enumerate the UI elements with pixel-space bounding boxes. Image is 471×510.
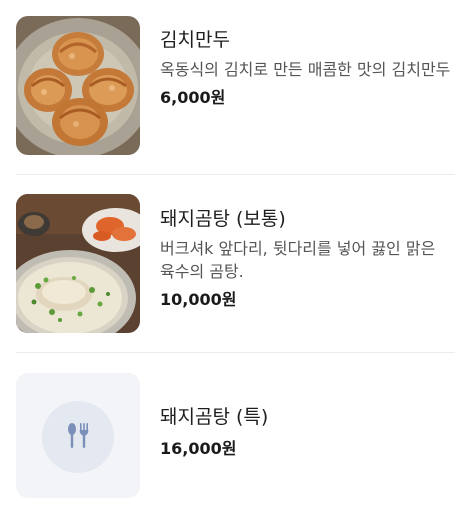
menu-item-image-placeholder (16, 373, 140, 498)
menu-item-description: 옥동식의 김치로 만든 매콤한 맛의 김치만두 (160, 60, 451, 79)
menu-item-description: 버크셔k 앞다리, 뒷다리를 넣어 끓인 맑은 육수의 곰탕. (160, 239, 436, 281)
pork-gomtang-photo (16, 194, 140, 333)
menu-item-name: 김치만두 (160, 29, 230, 51)
menu-list: 김치만두 옥동식의 김치로 만든 매콤한 맛의 김치만두 6,000원 돼지곰탕… (0, 0, 471, 510)
utensils-icon (68, 423, 89, 448)
menu-item-name: 돼지곰탕 (특) (160, 406, 269, 428)
placeholder-circle (42, 401, 114, 473)
menu-item-pork-gomtang-special[interactable]: 돼지곰탕 (특) 16,000원 (0, 353, 471, 510)
menu-item-price: 10,000원 (160, 290, 237, 309)
menu-item-name: 돼지곰탕 (보통) (160, 208, 286, 230)
menu-item-pork-gomtang-regular[interactable]: 돼지곰탕 (보통) 버크셔k 앞다리, 뒷다리를 넣어 끓인 맑은 육수의 곰탕… (0, 175, 471, 352)
menu-item-price: 6,000원 (160, 88, 226, 107)
menu-item-price: 16,000원 (160, 439, 237, 458)
menu-item-kimchi-dumpling[interactable]: 김치만두 옥동식의 김치로 만든 매콤한 맛의 김치만두 6,000원 (0, 0, 471, 174)
kimchi-dumpling-photo (16, 16, 140, 155)
